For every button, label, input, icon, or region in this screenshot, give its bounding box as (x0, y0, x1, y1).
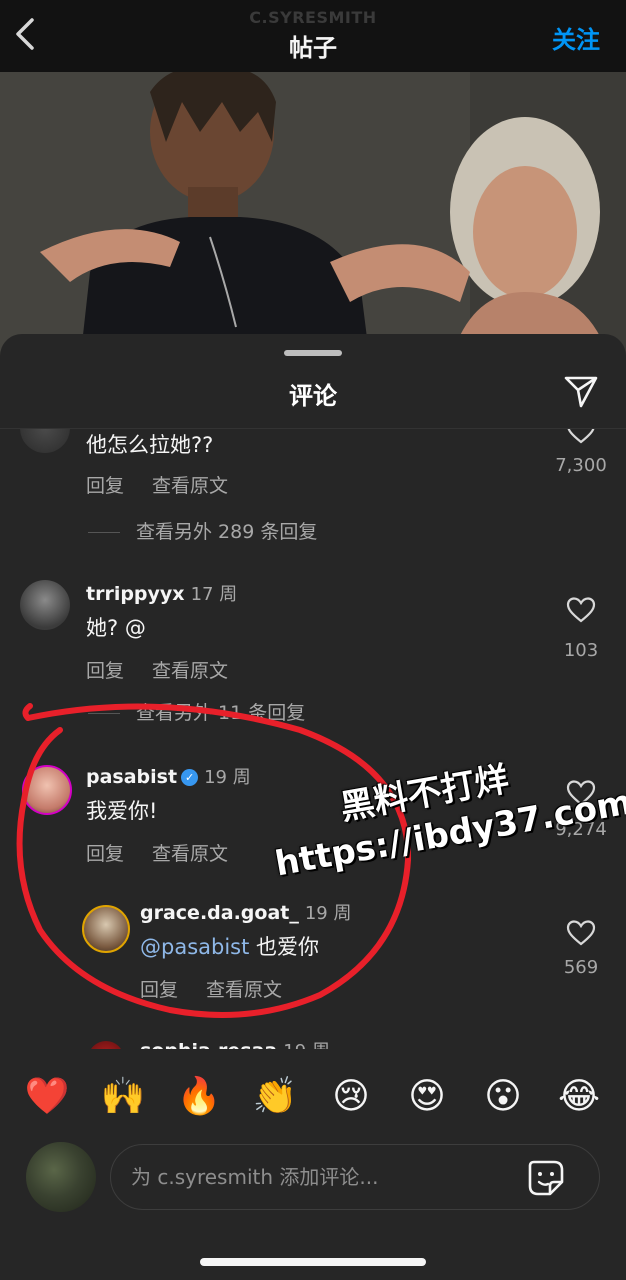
view-more-replies-label: 查看另外 11 条回复 (136, 702, 306, 724)
reply-button[interactable]: 回复 (86, 656, 124, 683)
comment-time: 19 周 (304, 903, 352, 924)
current-user-avatar[interactable] (26, 1142, 96, 1212)
follow-button[interactable]: 关注 (552, 20, 600, 55)
avatar[interactable] (20, 429, 70, 453)
emoji-quick-bar: ❤️ 🙌 🔥 👏 😢 😍 😮 😂 (0, 1062, 626, 1128)
see-translation-button[interactable]: 查看原文 (152, 656, 228, 683)
comment-username[interactable]: sophia.resaa 19 周 (140, 1037, 330, 1049)
comment-item: trrippyyx 17 周 她? @ 回复 查看原文 103 查看另外 11 条… (0, 574, 626, 734)
mention-link[interactable]: @pasabist (140, 935, 249, 959)
comment-username[interactable]: trrippyyx 17 周 (86, 580, 237, 606)
comment-item: sophia.resaa 19 周 (0, 1037, 626, 1049)
comment-composer (0, 1136, 626, 1220)
reply-thread-line (88, 532, 120, 533)
comment-text: 他怎么拉她?? (86, 433, 214, 457)
verified-badge-icon: ✓ (181, 769, 199, 786)
comment-time: 19 周 (283, 1041, 330, 1049)
page-title: 帖子 (289, 34, 337, 62)
username-text: sophia.resaa (140, 1040, 277, 1049)
comment-list[interactable]: 他怎么拉她?? 回复 查看原文 7,300 查看另外 289 条回复 trrip… (0, 429, 626, 1049)
reply-button[interactable]: 回复 (86, 471, 124, 498)
heart-icon[interactable] (566, 429, 596, 445)
emoji-heart[interactable]: ❤️ (22, 1072, 72, 1122)
comment-text: 她? @ (86, 612, 146, 642)
drag-handle[interactable] (284, 350, 342, 356)
comment-time: 17 周 (190, 584, 238, 605)
heart-icon[interactable] (566, 919, 596, 947)
comment-username[interactable]: pasabist ✓ 19 周 (86, 763, 251, 789)
heart-icon[interactable] (566, 596, 596, 624)
avatar[interactable] (88, 1041, 124, 1049)
emoji-heart-eyes[interactable]: 😍 (402, 1072, 452, 1122)
home-indicator[interactable] (200, 1258, 426, 1266)
reply-button[interactable]: 回复 (86, 839, 124, 866)
post-account-name: C.SYRESMITH (249, 8, 377, 27)
like-count: 9,274 (555, 819, 607, 840)
reply-button[interactable]: 回复 (140, 975, 178, 1002)
view-more-replies[interactable]: 查看另外 11 条回复 (88, 698, 305, 725)
sticker-icon[interactable] (526, 1158, 566, 1198)
emoji-surprised[interactable]: 😮 (478, 1072, 528, 1122)
comment-item: pasabist ✓ 19 周 我爱你! 回复 查看原文 9,274 (0, 757, 626, 877)
comments-title: 评论 (289, 382, 337, 410)
comment-item: 他怎么拉她?? 回复 查看原文 7,300 查看另外 289 条回复 (0, 429, 626, 589)
view-more-replies[interactable]: 查看另外 289 条回复 (88, 517, 317, 544)
like-count: 7,300 (555, 455, 607, 476)
heart-icon[interactable] (566, 779, 596, 807)
like-count: 103 (563, 640, 599, 661)
username-text: trrippyyx (86, 583, 185, 605)
emoji-clap[interactable]: 👏 (250, 1072, 300, 1122)
avatar[interactable] (82, 905, 130, 953)
username-text: pasabist (86, 766, 178, 788)
comment-reply-item: grace.da.goat_ 19 周 @pasabist 也爱你 回复 查看原文… (0, 895, 626, 1015)
share-icon[interactable] (562, 372, 600, 410)
comment-text-body: 也爱你 (256, 935, 320, 959)
view-more-replies-label: 查看另外 289 条回复 (136, 521, 318, 543)
see-translation-button[interactable]: 查看原文 (152, 839, 228, 866)
emoji-crying[interactable]: 😢 (326, 1072, 376, 1122)
post-photo (0, 72, 626, 362)
see-translation-button[interactable]: 查看原文 (206, 975, 282, 1002)
emoji-raised-hands[interactable]: 🙌 (98, 1072, 148, 1122)
see-translation-button[interactable]: 查看原文 (152, 471, 228, 498)
comment-text-body: 她? (86, 616, 119, 640)
username-text: grace.da.goat_ (140, 902, 299, 924)
emoji-fire[interactable]: 🔥 (174, 1072, 224, 1122)
emoji-laughing[interactable]: 😂 (554, 1072, 604, 1122)
comment-text: 我爱你! (86, 799, 158, 823)
comment-time: 19 周 (204, 767, 251, 788)
top-nav-bar: C.SYRESMITH 帖子 关注 (0, 0, 626, 72)
reply-thread-line (88, 713, 120, 714)
comment-username[interactable]: grace.da.goat_ 19 周 (140, 899, 352, 925)
mention-link[interactable]: @ (125, 616, 146, 640)
avatar[interactable] (22, 765, 72, 815)
like-count: 569 (563, 957, 599, 978)
avatar[interactable] (20, 580, 70, 630)
post-photo-image (0, 72, 626, 362)
comment-text: @pasabist 也爱你 (140, 931, 319, 961)
